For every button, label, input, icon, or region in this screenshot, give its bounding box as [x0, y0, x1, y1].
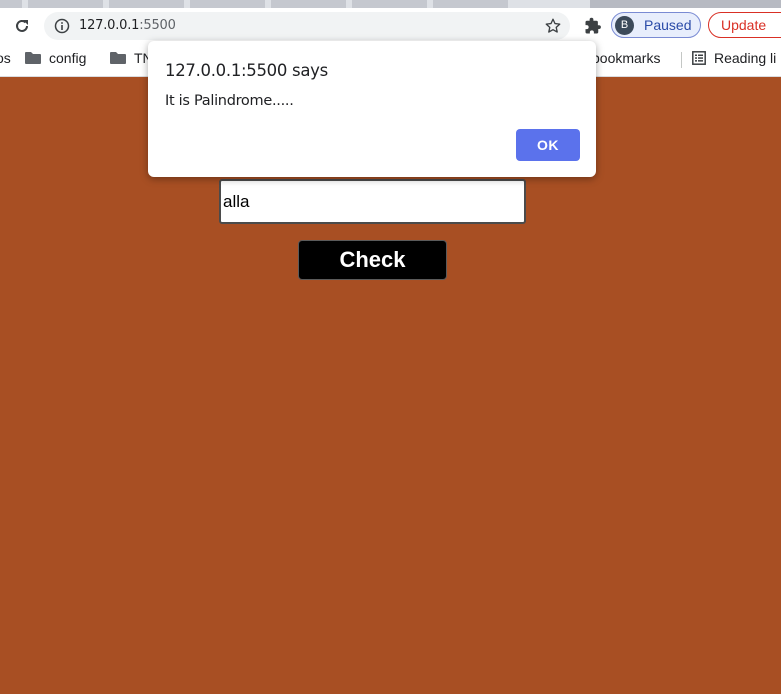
dialog-title: 127.0.0.1:5500 says — [165, 61, 328, 80]
bookmark-star-icon[interactable] — [544, 17, 562, 35]
reload-icon[interactable] — [12, 16, 32, 36]
tab[interactable] — [433, 0, 508, 8]
url-text: 127.0.0.1:5500 — [79, 18, 176, 33]
bookmark-item[interactable]: os — [0, 50, 11, 66]
bookmark-label: bookmarks — [592, 50, 661, 66]
alert-dialog: 127.0.0.1:5500 says It is Palindrome....… — [148, 41, 596, 177]
tab[interactable] — [590, 0, 781, 8]
ok-button[interactable]: OK — [516, 129, 580, 161]
tab[interactable] — [109, 0, 184, 8]
browser-toolbar: 127.0.0.1:5500 B Paused Update — [0, 8, 781, 44]
check-button[interactable]: Check — [298, 240, 447, 280]
extensions-puzzle-icon[interactable] — [584, 17, 602, 35]
bookmarks-divider — [681, 52, 682, 68]
bookmark-folder-other[interactable]: bookmarks — [592, 50, 660, 66]
url-host: 127.0.0.1 — [79, 18, 140, 33]
bookmark-folder-config[interactable]: config — [25, 50, 86, 66]
tab-strip — [0, 0, 781, 8]
tab[interactable] — [271, 0, 346, 8]
bookmark-label: config — [49, 50, 87, 66]
profile-button[interactable]: B Paused — [611, 12, 701, 38]
profile-avatar: B — [615, 16, 634, 35]
profile-status-label: Paused — [644, 17, 692, 33]
site-info-icon[interactable] — [54, 18, 70, 34]
reading-list-icon — [692, 51, 706, 65]
url-port: :5500 — [139, 18, 176, 33]
tab[interactable] — [28, 0, 103, 8]
word-input[interactable]: alla — [219, 179, 526, 224]
update-label: Update — [721, 17, 767, 33]
folder-icon — [25, 52, 41, 64]
address-bar[interactable]: 127.0.0.1:5500 — [44, 12, 570, 40]
bookmark-folder-tn[interactable]: TN — [110, 50, 153, 66]
tab[interactable] — [190, 0, 265, 8]
tab[interactable] — [0, 0, 22, 8]
folder-icon — [110, 52, 126, 64]
reading-list-button[interactable]: Reading li — [692, 50, 776, 66]
bookmark-label: Reading li — [714, 50, 777, 66]
update-button[interactable]: Update — [708, 12, 781, 38]
tab[interactable] — [352, 0, 427, 8]
dialog-message: It is Palindrome..... — [165, 93, 294, 109]
bookmark-label: os — [0, 50, 11, 66]
